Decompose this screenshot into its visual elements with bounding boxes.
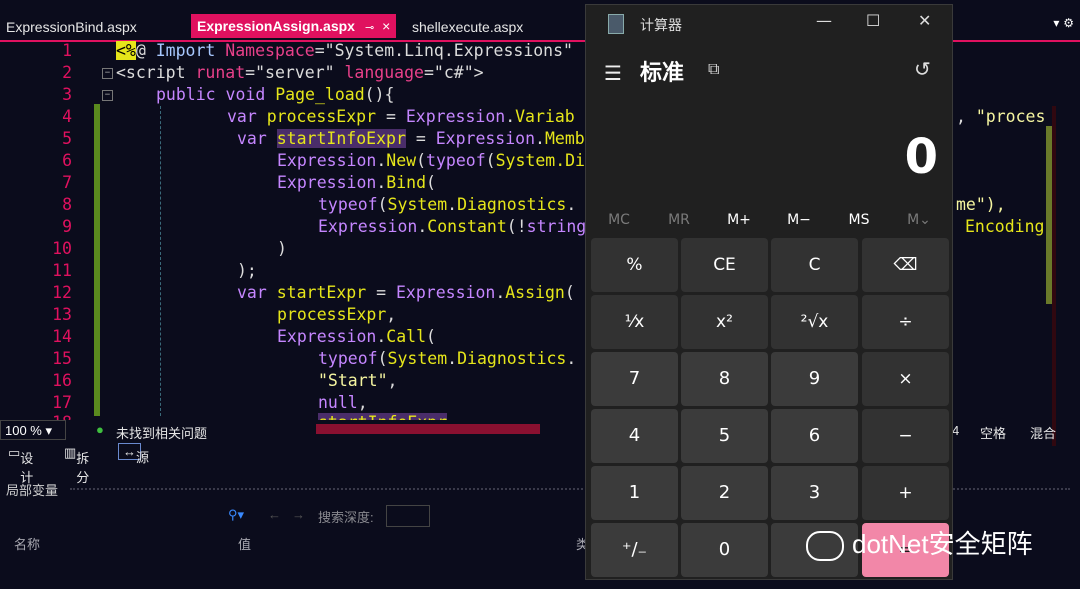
memory-button[interactable]: M+ xyxy=(710,212,768,228)
locals-panel-title: 局部变量 xyxy=(6,483,59,498)
search-depth-select[interactable] xyxy=(386,505,430,527)
forward-arrow-icon[interactable]: → xyxy=(292,507,305,522)
calc-button[interactable]: 0 xyxy=(681,523,768,577)
calc-button[interactable]: ²√x xyxy=(771,295,858,349)
minimize-icon[interactable]: — xyxy=(816,11,832,30)
line-number: 18 xyxy=(38,412,72,420)
line-info: 4 xyxy=(952,423,960,438)
search-icon[interactable]: ⚲▾ xyxy=(228,507,244,523)
line-number: 12 xyxy=(52,283,72,302)
line-number: 11 xyxy=(52,261,72,280)
scroll-thumb[interactable] xyxy=(1046,126,1052,304)
column-value[interactable]: 值 xyxy=(238,534,251,553)
calc-button[interactable]: 9 xyxy=(771,352,858,406)
calculator-window[interactable]: 计算器 — ☐ ✕ ☰ 标准 ⧉ ↺ 0 MC MR M+ M− MS M⌄ % CE C ⌫ ⅟… xyxy=(585,4,953,580)
calc-button[interactable]: 5 xyxy=(681,409,768,463)
line-number: 14 xyxy=(52,327,72,346)
search-depth-label: 搜索深度: xyxy=(318,510,374,525)
design-mode-button[interactable]: ▭ 设计 xyxy=(8,445,33,485)
calculator-app-icon xyxy=(608,14,624,34)
maximize-icon[interactable]: ☐ xyxy=(866,11,880,30)
line-number: 13 xyxy=(52,305,72,324)
window-title: 计算器 xyxy=(640,18,682,34)
tab-shellexecute[interactable]: shellexecute.aspx xyxy=(412,16,523,38)
spaces-indicator[interactable]: 空格 xyxy=(980,423,1006,442)
close-icon[interactable]: × xyxy=(382,18,390,34)
code-fragment: Encoding xyxy=(965,217,1045,236)
calc-button[interactable]: CE xyxy=(681,238,768,292)
source-mode-button[interactable]: ↔ 源 xyxy=(118,443,149,465)
line-number: 7 xyxy=(62,173,72,192)
calc-button[interactable]: ÷ xyxy=(862,295,949,349)
display-value: 0 xyxy=(904,129,938,185)
wechat-icon xyxy=(806,531,844,562)
line-number: 2 xyxy=(62,63,72,82)
keep-on-top-icon[interactable]: ⧉ xyxy=(708,59,719,79)
calc-button[interactable]: − xyxy=(862,409,949,463)
zoom-select[interactable]: 100 % ▾ xyxy=(0,420,66,440)
menu-icon[interactable]: ☰ xyxy=(604,61,622,85)
code-fragment: , "proces xyxy=(956,107,1046,126)
line-number: 5 xyxy=(62,129,72,148)
memory-button[interactable]: M⌄ xyxy=(890,212,948,228)
horizontal-scroll-thumb[interactable] xyxy=(316,424,540,434)
calc-button[interactable]: 1 xyxy=(591,466,678,520)
calc-button[interactable]: 3 xyxy=(771,466,858,520)
line-number: 17 xyxy=(52,393,72,412)
memory-button[interactable]: M− xyxy=(770,212,828,228)
line-number: 3 xyxy=(62,85,72,104)
memory-button[interactable]: MS xyxy=(830,212,888,228)
line-number: 16 xyxy=(52,371,72,390)
line-ending-indicator[interactable]: 混合 xyxy=(1030,423,1056,442)
calc-button[interactable]: ⌫ xyxy=(862,238,949,292)
vertical-scrollbar[interactable] xyxy=(1052,106,1056,446)
line-number: 1 xyxy=(62,41,72,60)
code-fragment: me"), xyxy=(956,195,1006,214)
calc-button[interactable]: 2 xyxy=(681,466,768,520)
back-arrow-icon[interactable]: ← xyxy=(268,507,281,522)
calc-button[interactable]: C xyxy=(771,238,858,292)
calc-button[interactable]: 4 xyxy=(591,409,678,463)
calc-button[interactable]: 8 xyxy=(681,352,768,406)
mode-title: 标准 xyxy=(640,61,685,86)
line-number: 15 xyxy=(52,349,72,368)
watermark: dotNet安全矩阵 xyxy=(806,524,1033,562)
calc-button[interactable]: + xyxy=(862,466,949,520)
tab-expressionbind[interactable]: ExpressionBind.aspx xyxy=(6,16,137,38)
pin-icon[interactable]: ⊸ xyxy=(365,22,374,34)
calc-button[interactable]: × xyxy=(862,352,949,406)
tab-expressionassign[interactable]: ExpressionAssign.aspx ⊸ × xyxy=(191,14,397,38)
line-number: 4 xyxy=(62,107,72,126)
split-mode-button[interactable]: ▥ 拆分 xyxy=(64,445,89,485)
column-name[interactable]: 名称 xyxy=(14,534,40,553)
tab-label: ExpressionAssign.aspx xyxy=(197,18,355,34)
history-icon[interactable]: ↺ xyxy=(914,57,931,81)
memory-button[interactable]: MC xyxy=(590,212,648,228)
close-icon[interactable]: ✕ xyxy=(918,11,931,30)
line-number: 8 xyxy=(62,195,72,214)
issues-label[interactable]: 未找到相关问题 xyxy=(116,423,207,442)
calc-button[interactable]: 6 xyxy=(771,409,858,463)
line-number: 6 xyxy=(62,151,72,170)
line-number: 9 xyxy=(62,217,72,236)
calc-button[interactable]: ⁺/₋ xyxy=(591,523,678,577)
check-circle-icon: ● xyxy=(96,422,104,437)
calc-button[interactable]: ⅟x xyxy=(591,295,678,349)
line-number: 10 xyxy=(52,239,72,258)
tab-options-icons[interactable]: ▾ ⚙ xyxy=(1053,16,1074,30)
calc-button[interactable]: x² xyxy=(681,295,768,349)
calc-button[interactable]: 7 xyxy=(591,352,678,406)
memory-button[interactable]: MR xyxy=(650,212,708,228)
calc-button[interactable]: % xyxy=(591,238,678,292)
